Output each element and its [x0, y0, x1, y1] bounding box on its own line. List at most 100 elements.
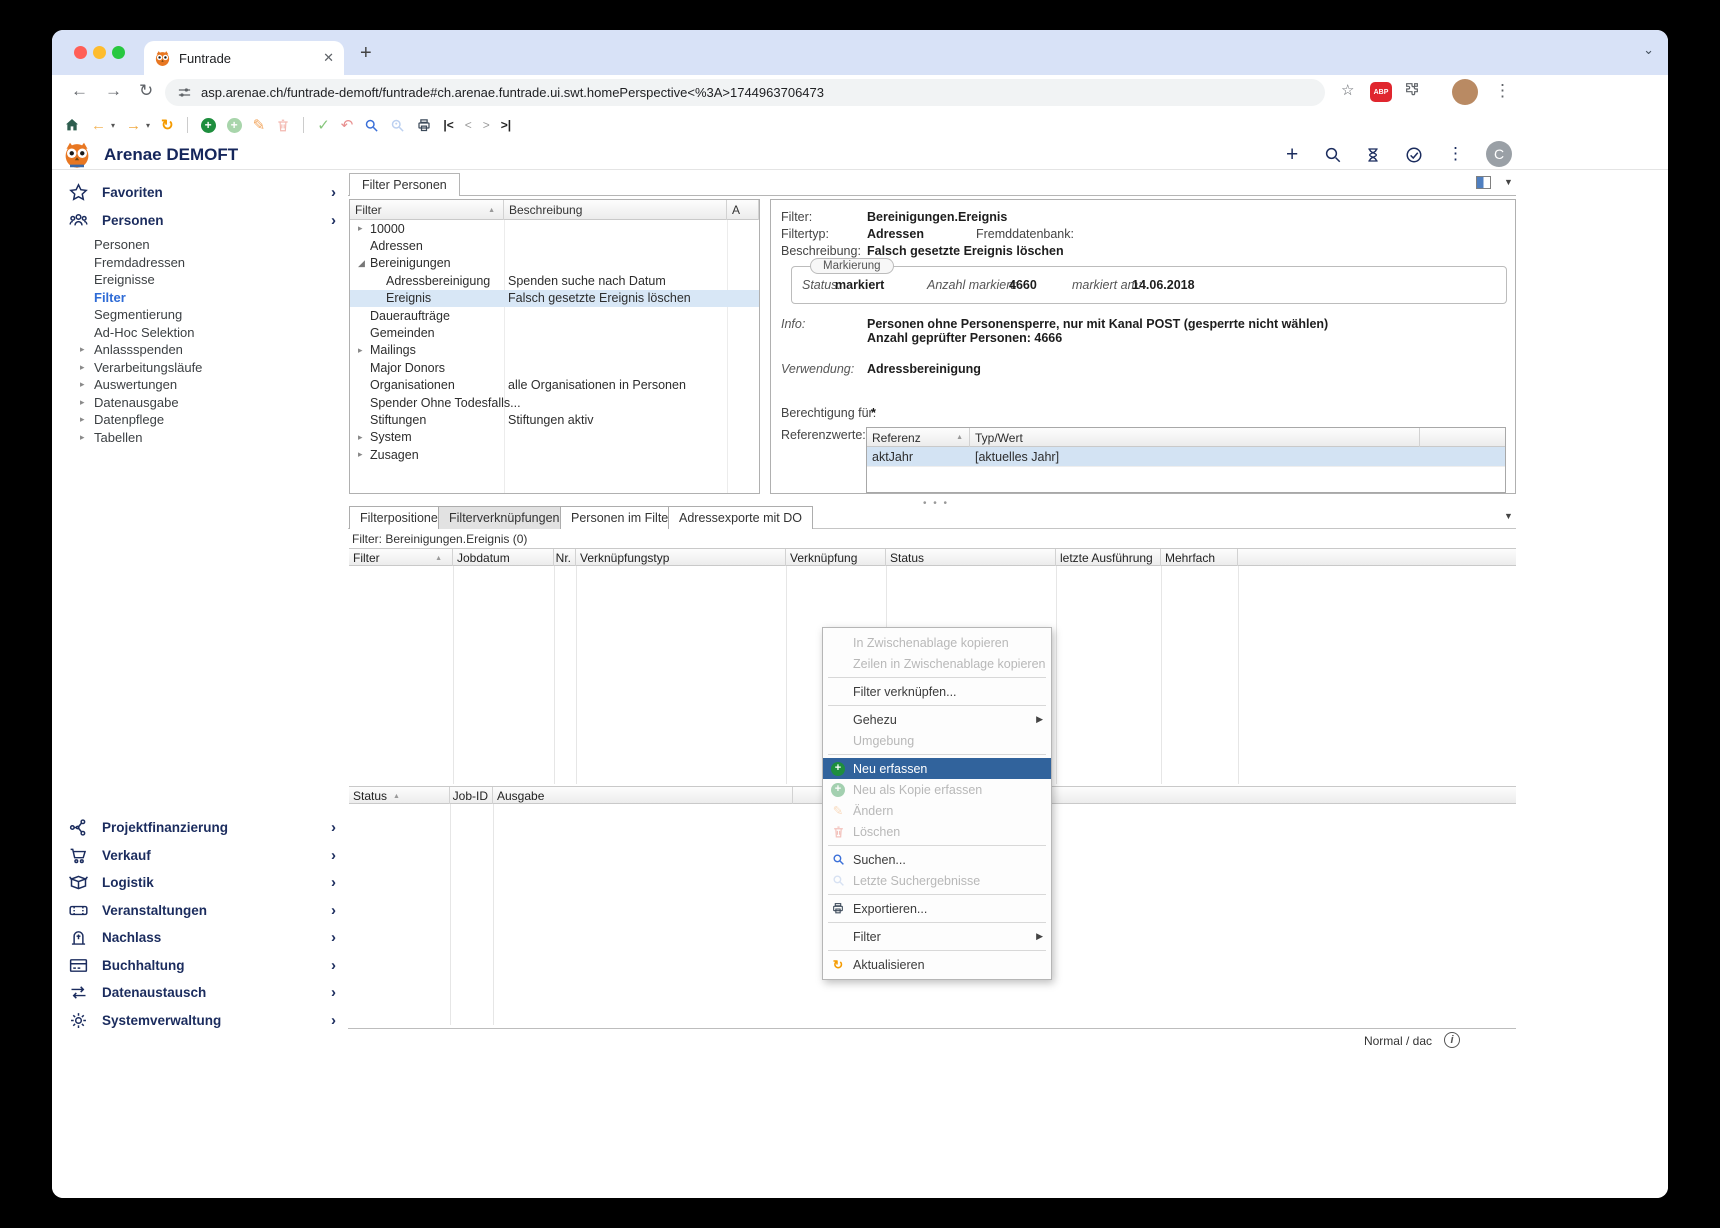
- prev-page-icon[interactable]: <: [465, 119, 472, 131]
- sidebar-item-nachlass[interactable]: Nachlass›: [52, 924, 348, 952]
- search-results-icon[interactable]: [390, 118, 405, 133]
- sidebar-item-datenpflege[interactable]: ▸Datenpflege: [94, 411, 348, 429]
- tree-row[interactable]: ◢Bereinigungen: [350, 255, 759, 272]
- tab-personen-im-filter[interactable]: Personen im Filter: [560, 506, 683, 529]
- tree-row[interactable]: Gemeinden: [350, 324, 759, 341]
- site-settings-icon[interactable]: [177, 85, 192, 100]
- col-header-filter[interactable]: Filter▲: [350, 200, 504, 220]
- col-header-typwert[interactable]: Typ/Wert: [970, 428, 1420, 447]
- back-icon[interactable]: ←: [71, 81, 88, 101]
- edit-pencil-icon[interactable]: ✎: [253, 118, 266, 133]
- col-header[interactable]: Filter▲: [349, 549, 453, 567]
- refresh-icon[interactable]: ↻: [161, 118, 174, 133]
- print-icon[interactable]: [416, 118, 432, 133]
- home-icon[interactable]: [64, 117, 80, 133]
- forward-icon[interactable]: →: [105, 81, 122, 101]
- sidebar-item-ereignisse[interactable]: Ereignisse: [94, 271, 348, 289]
- tree-row[interactable]: Daueraufträge: [350, 307, 759, 324]
- tree-row[interactable]: Adressen: [350, 237, 759, 254]
- tab-adressexporte-mit-do[interactable]: Adressexporte mit DO: [668, 506, 813, 529]
- sidebar-item-verkauf[interactable]: Verkauf›: [52, 842, 348, 870]
- col-header[interactable]: Ausgabe: [493, 787, 793, 805]
- hourglass-icon[interactable]: [1365, 146, 1381, 164]
- sidebar-item-filter[interactable]: Filter: [94, 289, 348, 307]
- tree-row[interactable]: Spender Ohne Todesfalls...: [350, 394, 759, 411]
- browser-profile-avatar[interactable]: [1452, 79, 1478, 105]
- nav-back-caret-icon[interactable]: ▾: [111, 121, 115, 130]
- tree-row-selected[interactable]: EreignisFalsch gesetzte Ereignis löschen: [350, 290, 759, 307]
- col-header[interactable]: Status: [886, 549, 1056, 567]
- referenz-row-empty[interactable]: [867, 466, 1505, 485]
- sidebar-item-datenausgabe[interactable]: ▸Datenausgabe: [94, 394, 348, 412]
- sidebar-item-auswertungen[interactable]: ▸Auswertungen: [94, 376, 348, 394]
- tab-filter-personen[interactable]: Filter Personen: [349, 173, 460, 196]
- sidebar-item-adhoc-selektion[interactable]: Ad-Hoc Selektion: [94, 324, 348, 342]
- nav-forward-icon[interactable]: →: [126, 118, 141, 133]
- first-page-icon[interactable]: |<: [443, 119, 453, 131]
- sidebar-item-tabellen[interactable]: ▸Tabellen: [94, 429, 348, 447]
- bookmark-star-icon[interactable]: ☆: [1341, 81, 1354, 99]
- nav-forward-caret-icon[interactable]: ▾: [146, 121, 150, 130]
- sidebar-item-datenaustausch[interactable]: Datenaustausch›: [52, 979, 348, 1007]
- split-layout-icon[interactable]: [1476, 176, 1491, 189]
- col-header-a[interactable]: A: [727, 200, 759, 220]
- browser-menu-kebab-icon[interactable]: ⋮: [1494, 81, 1511, 101]
- sidebar-item-buchhaltung[interactable]: Buchhaltung›: [52, 952, 348, 980]
- sidebar-item-veranstaltungen[interactable]: Veranstaltungen›: [52, 897, 348, 925]
- menu-item-exportieren[interactable]: Exportieren...: [823, 898, 1051, 919]
- tree-row[interactable]: Major Donors: [350, 359, 759, 376]
- col-header[interactable]: Verknüpfungstyp: [576, 549, 786, 567]
- col-header-referenz[interactable]: Referenz▲: [867, 428, 970, 447]
- undo-icon[interactable]: ↶: [341, 118, 354, 133]
- col-header[interactable]: Status▲: [349, 787, 450, 805]
- search-icon[interactable]: [364, 118, 379, 133]
- info-icon[interactable]: i: [1444, 1032, 1460, 1048]
- referenz-row-selected[interactable]: aktJahr [aktuelles Jahr]: [867, 447, 1505, 466]
- delete-trash-icon[interactable]: [276, 118, 290, 133]
- col-header[interactable]: Job-ID: [450, 787, 493, 805]
- global-search-icon[interactable]: [1324, 146, 1342, 164]
- sidebar-item-verarbeitungslaeufe[interactable]: ▸Verarbeitungsläufe: [94, 359, 348, 377]
- menu-item-suchen[interactable]: Suchen...: [823, 849, 1051, 870]
- tree-row[interactable]: ▸Zusagen: [350, 446, 759, 463]
- macos-minimize-button[interactable]: [93, 46, 106, 59]
- menu-item-gehezu[interactable]: Gehezu▶: [823, 709, 1051, 730]
- sidebar-item-fremdadressen[interactable]: Fremdadressen: [94, 254, 348, 272]
- confirm-check-icon[interactable]: ✓: [317, 118, 330, 133]
- lower-panel-chevron-icon[interactable]: ▼: [1504, 511, 1513, 521]
- tree-row[interactable]: AdressbereinigungSpenden suche nach Datu…: [350, 272, 759, 289]
- add-plus-icon[interactable]: +: [1286, 143, 1298, 167]
- sidebar-item-personen-sub[interactable]: Personen: [94, 236, 348, 254]
- new-record-icon[interactable]: +: [201, 118, 216, 133]
- tree-row[interactable]: ▸System: [350, 429, 759, 446]
- col-header[interactable]: Nr.: [554, 549, 576, 567]
- menu-item-neu-erfassen[interactable]: +Neu erfassen: [823, 758, 1051, 779]
- col-header-beschreibung[interactable]: Beschreibung: [504, 200, 727, 220]
- sidebar-item-favoriten[interactable]: Favoriten ›: [52, 178, 348, 206]
- next-page-icon[interactable]: >: [483, 119, 490, 131]
- menu-item-filter[interactable]: Filter▶: [823, 926, 1051, 947]
- sidebar-item-systemverwaltung[interactable]: Systemverwaltung›: [52, 1007, 348, 1035]
- tree-row[interactable]: ▸10000: [350, 220, 759, 237]
- tree-row[interactable]: ▸Mailings: [350, 342, 759, 359]
- tab-close-icon[interactable]: ✕: [323, 50, 334, 66]
- extensions-puzzle-icon[interactable]: [1404, 81, 1420, 97]
- sidebar-item-logistik[interactable]: Logistik›: [52, 869, 348, 897]
- menu-item-filter-verknuepfen[interactable]: Filter verknüpfen...: [823, 681, 1051, 702]
- tab-filterverknuepfungen[interactable]: Filterverknüpfungen: [438, 506, 570, 529]
- check-circle-icon[interactable]: [1405, 146, 1423, 164]
- tree-row[interactable]: StiftungenStiftungen aktiv: [350, 411, 759, 428]
- sidebar-item-personen[interactable]: Personen ›: [52, 206, 348, 234]
- new-copy-icon[interactable]: +: [227, 118, 242, 133]
- address-bar[interactable]: asp.arenae.ch/funtrade-demoft/funtrade#c…: [165, 79, 1325, 106]
- user-avatar[interactable]: C: [1486, 141, 1512, 167]
- tab-search-chevron-icon[interactable]: ⌄: [1643, 42, 1654, 58]
- menu-item-aktualisieren[interactable]: ↻Aktualisieren: [823, 954, 1051, 975]
- sidebar-item-anlassspenden[interactable]: ▸Anlassspenden: [94, 341, 348, 359]
- sidebar-item-projektfinanzierung[interactable]: Projektfinanzierung›: [52, 814, 348, 842]
- reload-icon[interactable]: ↻: [139, 81, 153, 101]
- macos-zoom-button[interactable]: [112, 46, 125, 59]
- last-page-icon[interactable]: >|: [501, 119, 511, 131]
- col-header[interactable]: Verknüpfung: [786, 549, 886, 567]
- new-tab-button[interactable]: +: [360, 42, 372, 65]
